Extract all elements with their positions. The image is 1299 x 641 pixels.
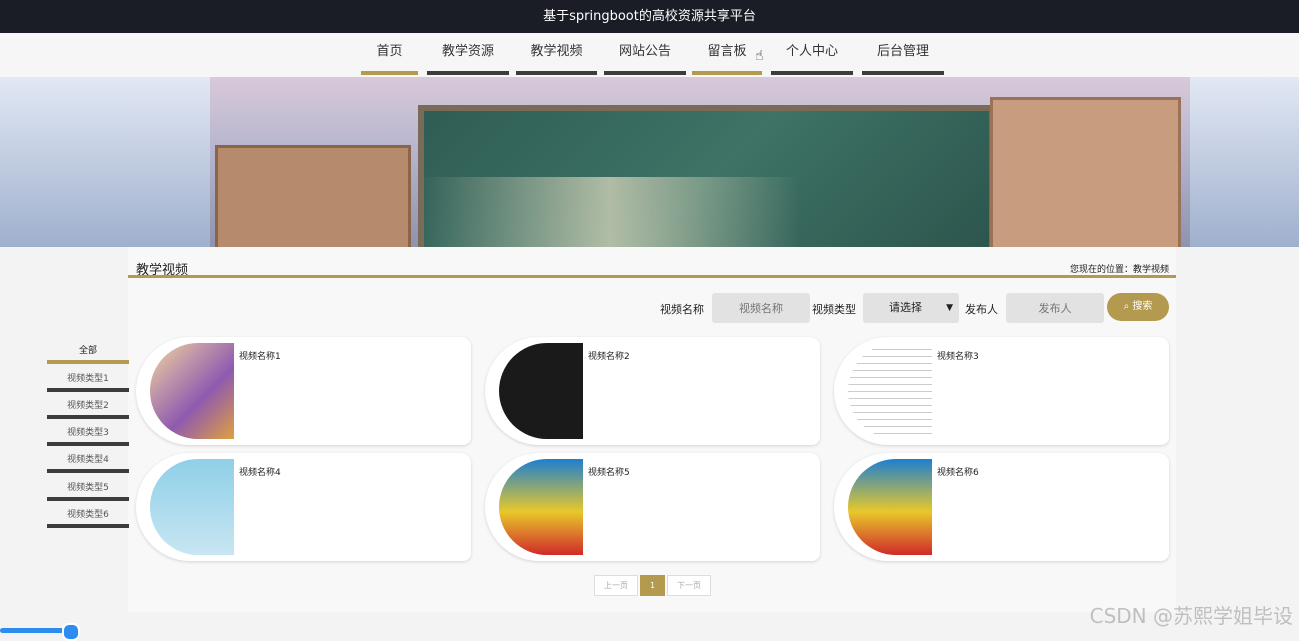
video-title[interactable]: 视频名称4: [239, 465, 281, 478]
nav-teaching-resources[interactable]: 教学资源: [427, 33, 509, 75]
category-2[interactable]: 视频类型2: [47, 398, 129, 419]
video-title[interactable]: 视频名称2: [588, 349, 630, 362]
app-title: 基于springboot的高校资源共享平台: [0, 0, 1299, 33]
search-button[interactable]: ⌕ 搜索: [1107, 293, 1169, 321]
video-name-label: 视频名称: [660, 303, 704, 316]
scroll-progress-knob[interactable]: [62, 623, 80, 641]
category-6[interactable]: 视频类型6: [47, 507, 129, 528]
search-icon: ⌕: [1123, 301, 1130, 312]
nav-home[interactable]: 首页: [361, 33, 418, 75]
video-thumbnail[interactable]: [150, 343, 234, 439]
banner-window-right: [1190, 77, 1299, 247]
video-thumbnail[interactable]: [848, 343, 932, 439]
video-thumbnail[interactable]: [150, 459, 234, 555]
category-3[interactable]: 视频类型3: [47, 425, 129, 446]
category-4[interactable]: 视频类型4: [47, 452, 129, 473]
video-title[interactable]: 视频名称5: [588, 465, 630, 478]
publisher-input[interactable]: [1006, 293, 1104, 323]
nav-admin[interactable]: 后台管理: [862, 33, 944, 75]
video-card[interactable]: 视频名称1: [136, 337, 471, 445]
category-5[interactable]: 视频类型5: [47, 480, 129, 501]
video-name-input[interactable]: [712, 293, 810, 323]
prev-page-button[interactable]: 上一页: [594, 575, 638, 596]
publisher-label: 发布人: [965, 303, 998, 316]
video-card[interactable]: 视频名称3: [834, 337, 1169, 445]
video-thumbnail[interactable]: [499, 343, 583, 439]
category-1[interactable]: 视频类型1: [47, 371, 129, 392]
video-card[interactable]: 视频名称2: [485, 337, 820, 445]
video-card[interactable]: 视频名称5: [485, 453, 820, 561]
nav-announcements[interactable]: 网站公告: [604, 33, 686, 75]
banner-bookshelf: [215, 145, 411, 247]
nav-teaching-videos[interactable]: 教学视频: [516, 33, 597, 75]
breadcrumb: 您现在的位置：教学视频: [1069, 265, 1169, 275]
banner-door: [990, 97, 1181, 247]
video-type-value: 请选择: [889, 301, 922, 314]
chevron-down-icon: ▼: [946, 303, 953, 313]
video-type-select[interactable]: 请选择 ▼: [863, 293, 959, 323]
pointer-cursor-icon: ☝: [755, 48, 764, 64]
search-button-label: 搜索: [1132, 301, 1153, 312]
video-type-label: 视频类型: [812, 303, 856, 316]
video-thumbnail[interactable]: [499, 459, 583, 555]
video-card[interactable]: 视频名称4: [136, 453, 471, 561]
nav-message-board[interactable]: 留言板: [692, 33, 762, 75]
category-all[interactable]: 全部: [47, 343, 129, 364]
video-title[interactable]: 视频名称3: [937, 349, 979, 362]
classroom-banner: [0, 77, 1299, 247]
video-thumbnail[interactable]: [848, 459, 932, 555]
banner-window: [0, 77, 210, 247]
watermark: CSDN @苏熙学姐毕设: [1089, 604, 1293, 628]
main-nav: 首页 教学资源 教学视频 网站公告 留言板 个人中心 后台管理: [0, 33, 1299, 77]
title-divider: [128, 275, 1176, 278]
video-card[interactable]: 视频名称6: [834, 453, 1169, 561]
page-1-button[interactable]: 1: [640, 575, 665, 596]
video-title[interactable]: 视频名称6: [937, 465, 979, 478]
banner-sunlight: [420, 177, 800, 247]
next-page-button[interactable]: 下一页: [667, 575, 711, 596]
video-title[interactable]: 视频名称1: [239, 349, 281, 362]
nav-personal-center[interactable]: 个人中心: [771, 33, 853, 75]
